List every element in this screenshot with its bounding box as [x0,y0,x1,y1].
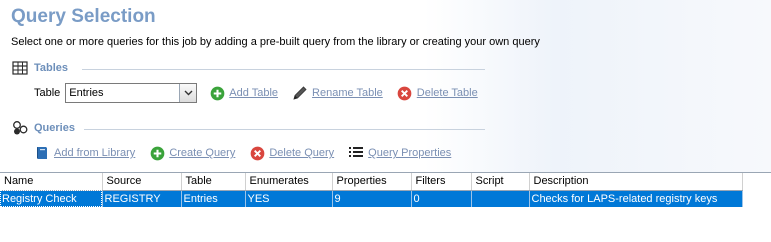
page-title: Query Selection [11,6,156,27]
queries-cubes-icon [12,120,28,136]
table-select-value: Entries [69,87,104,99]
query-properties-button[interactable]: Query Properties [348,145,451,161]
cell-source[interactable]: REGISTRY [102,190,182,207]
column-header-script[interactable]: Script [471,173,530,191]
list-icon [348,145,364,161]
column-header-description[interactable]: Description [529,173,743,191]
table-grid-icon [12,60,28,76]
cell-properties[interactable]: 9 [332,190,412,207]
queries-table: Name Source Table Enumerates Properties … [0,173,743,207]
x-circle-icon [397,85,413,101]
book-icon [34,145,50,161]
x-circle-icon [249,145,265,161]
rename-table-button[interactable]: Rename Table [292,85,383,101]
queries-toolbar: Add from Library Create Query Delete Que… [34,143,465,163]
create-query-button[interactable]: Create Query [149,145,235,161]
tables-divider [82,69,485,70]
add-from-library-button[interactable]: Add from Library [34,145,135,161]
query-properties-label: Query Properties [368,147,452,159]
grid-header-row: Name Source Table Enumerates Properties … [0,173,743,191]
delete-table-button[interactable]: Delete Table [397,85,478,101]
queries-section-header: Queries [12,120,75,136]
delete-query-label: Delete Query [269,147,335,159]
cell-enumerates[interactable]: YES [245,190,333,207]
cell-description[interactable]: Checks for LAPS-related registry keys [529,190,743,207]
plus-circle-icon [149,145,165,161]
rename-table-label: Rename Table [312,87,383,99]
page-subtitle: Select one or more queries for this job … [11,36,540,48]
column-header-enumerates[interactable]: Enumerates [245,173,333,191]
cell-table[interactable]: Entries [181,190,246,207]
tables-heading: Tables [34,62,69,74]
tables-section-header: Tables [12,60,68,76]
table-select[interactable]: Entries [65,83,198,103]
add-table-button[interactable]: Add Table [209,85,278,101]
column-header-table[interactable]: Table [181,173,246,191]
column-header-filters[interactable]: Filters [411,173,472,191]
table-label: Table [34,87,61,99]
queries-grid: Name Source Table Enumerates Properties … [0,172,771,207]
cell-filters[interactable]: 0 [411,190,472,207]
tables-toolbar: Table Entries Add Table Rename Table Del… [34,83,492,103]
column-header-properties[interactable]: Properties [332,173,412,191]
plus-circle-icon [209,85,225,101]
add-table-label: Add Table [229,87,279,99]
create-query-label: Create Query [169,147,236,159]
column-header-source[interactable]: Source [102,173,182,191]
chevron-down-icon[interactable] [179,84,197,102]
table-row[interactable]: Registry Check REGISTRY Entries YES 9 0 … [0,190,743,207]
delete-table-label: Delete Table [416,87,478,99]
queries-divider [84,129,485,130]
pencil-icon [292,85,308,101]
column-header-name[interactable]: Name [0,173,103,191]
queries-heading: Queries [34,122,75,134]
cell-name[interactable]: Registry Check [0,190,103,207]
delete-query-button[interactable]: Delete Query [249,145,334,161]
cell-script[interactable] [471,190,530,207]
add-from-library-label: Add from Library [54,147,136,159]
